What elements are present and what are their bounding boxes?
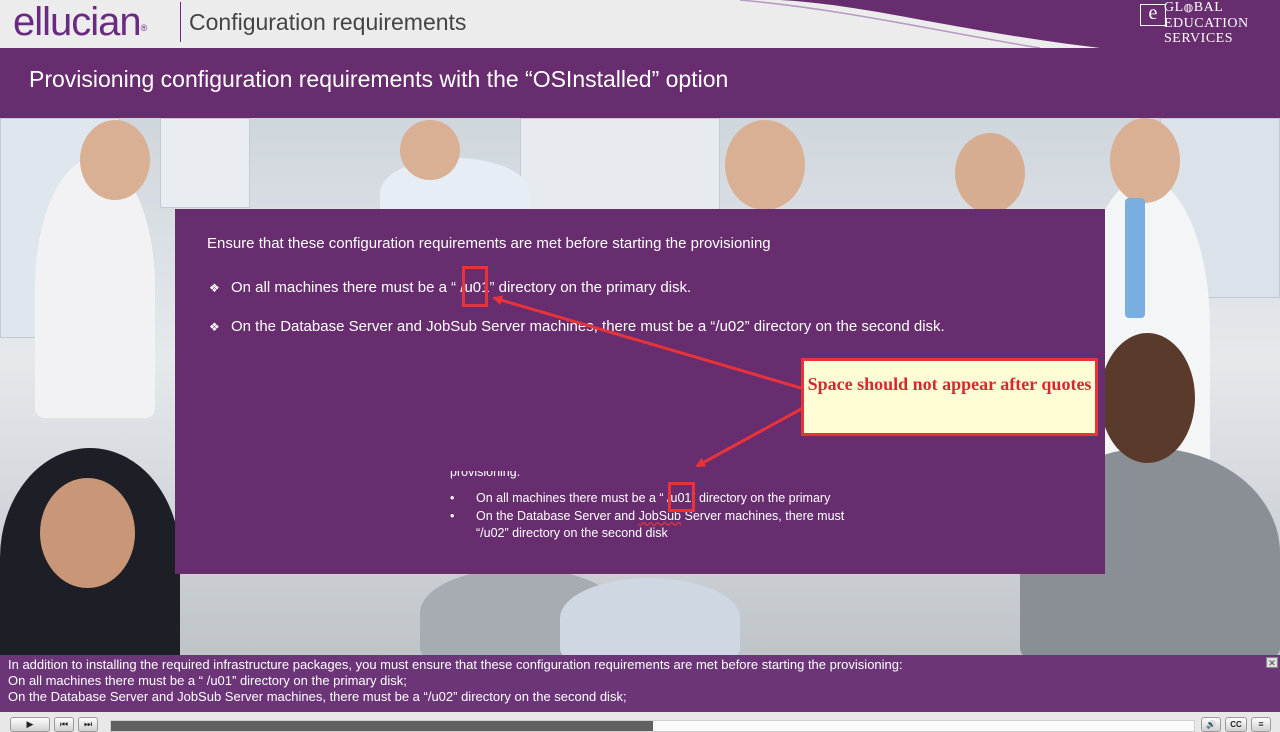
play-icon: ▶ <box>26 719 34 729</box>
badge-line-3: SERVICES <box>1164 31 1234 46</box>
highlight-box-bottom <box>668 482 695 512</box>
requirements-intro: Ensure that these configuration requirem… <box>207 235 771 252</box>
menu-icon: ≡ <box>1258 719 1264 729</box>
ellucian-logo: ellucian® <box>13 0 147 44</box>
volume-icon: 🔊 <box>1206 720 1216 729</box>
volume-button[interactable]: 🔊 <box>1201 717 1221 732</box>
diamond-bullet-icon: ❖ <box>209 320 220 334</box>
seek-progress <box>111 721 653 731</box>
next-slide-button[interactable]: ⏭ <box>78 717 98 732</box>
diamond-bullet-icon: ❖ <box>209 281 220 295</box>
caption-line: On all machines there must be a “ /u01” … <box>8 673 407 688</box>
annotation-callout: Space should not appear after quotes <box>801 358 1098 436</box>
header-divider <box>180 2 181 42</box>
app-header: ellucian® Configuration requirements e G… <box>0 0 1280 48</box>
menu-button[interactable]: ≡ <box>1251 717 1271 732</box>
previous-icon: ⏮ <box>59 719 69 729</box>
requirement-item: ❖ On all machines there must be a “ /u01”… <box>209 279 692 296</box>
narration-caption: In addition to installing the required i… <box>0 655 1280 712</box>
media-player-bar: ▶ ⏮ ⏭ 🔊 CC ≡ <box>0 712 1280 732</box>
global-education-services-logo: e GL◍BAL EDUCATION SERVICES <box>1132 0 1272 46</box>
requirement-item: ❖ On the Database Server and JobSub Serve… <box>209 318 945 335</box>
play-button[interactable]: ▶ <box>10 717 50 732</box>
caption-line: In addition to installing the required i… <box>8 657 903 672</box>
source-document-excerpt: provisioning. • On all machines there mus… <box>450 471 845 540</box>
next-icon: ⏭ <box>83 719 93 729</box>
dot-bullet-icon: • <box>450 509 455 523</box>
slide-heading: Provisioning configuration requirements … <box>29 66 729 92</box>
page-title: Configuration requirements <box>189 9 467 35</box>
badge-line-1: GL◍BAL <box>1164 0 1224 15</box>
previous-slide-button[interactable]: ⏮ <box>54 717 74 732</box>
caption-line: On the Database Server and JobSub Server… <box>8 689 627 704</box>
closed-captions-button[interactable]: CC <box>1225 717 1247 732</box>
globe-icon: ◍ <box>1183 2 1194 14</box>
e-logo-icon: e <box>1140 3 1166 26</box>
slide-heading-bar: Provisioning configuration requirements … <box>0 48 1280 118</box>
dot-bullet-icon: • <box>450 491 455 505</box>
badge-line-2: EDUCATION <box>1164 16 1249 31</box>
close-caption-button[interactable]: ✕ <box>1266 657 1278 668</box>
seek-bar[interactable] <box>110 720 1195 732</box>
highlight-box-top <box>462 266 488 307</box>
